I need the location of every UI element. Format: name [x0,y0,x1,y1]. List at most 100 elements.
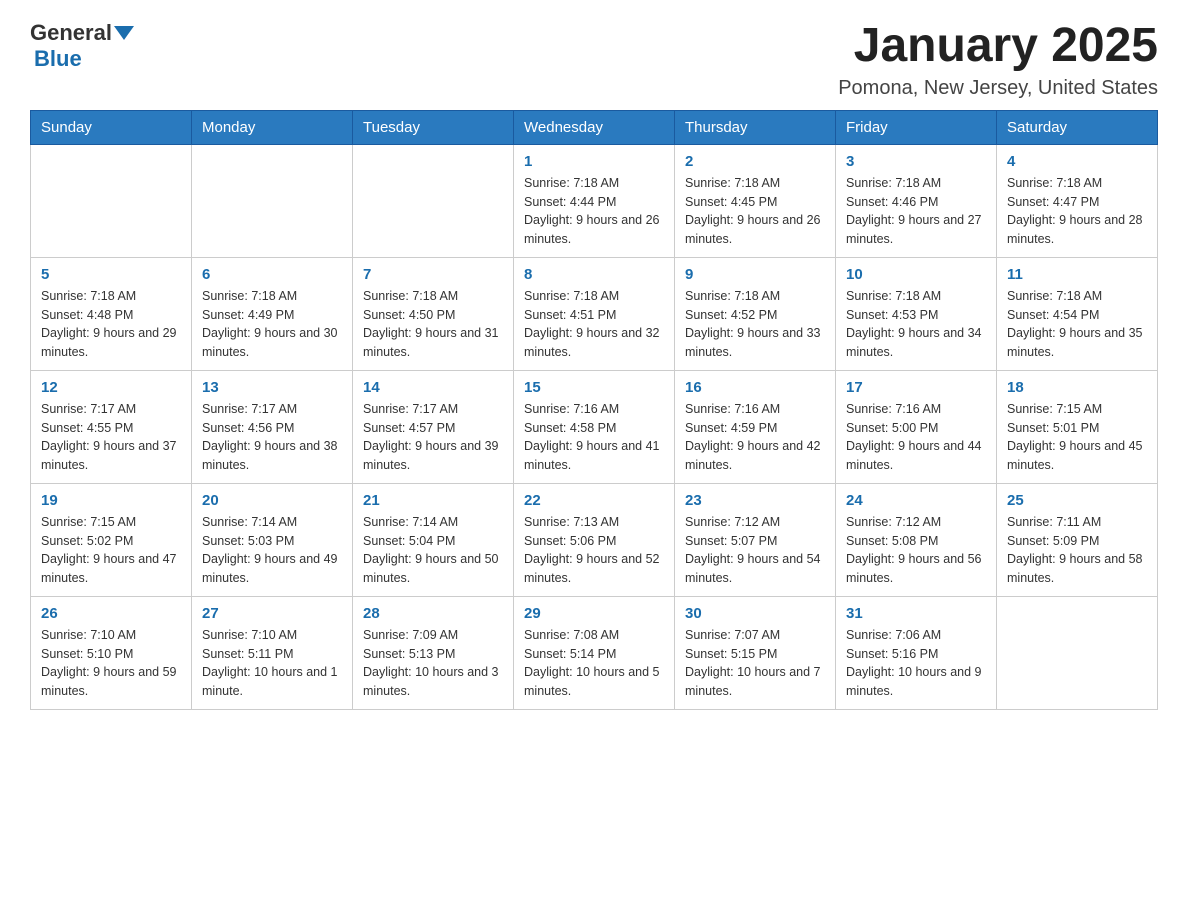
calendar-cell: 22Sunrise: 7:13 AM Sunset: 5:06 PM Dayli… [514,483,675,596]
day-info: Sunrise: 7:13 AM Sunset: 5:06 PM Dayligh… [524,513,664,588]
calendar-cell: 13 Sunrise: 7:17 AM Sunset: 4:56 PM Dayli… [192,370,353,483]
calendar-week-row: 12 Sunrise: 7:17 AM Sunset: 4:55 PM Dayli… [31,370,1158,483]
calendar-cell: 31Sunrise: 7:06 AM Sunset: 5:16 PM Dayli… [836,596,997,709]
page-header: General Blue January 2025 Pomona, New Je… [30,20,1158,100]
calendar-cell: 11Sunrise: 7:18 AM Sunset: 4:54 PM Dayli… [997,257,1158,370]
calendar-cell: 24 Sunrise: 7:12 AM Sunset: 5:08 PM Dayli… [836,483,997,596]
calendar-cell: 26 Sunrise: 7:10 AM Sunset: 5:10 PM Dayli… [31,596,192,709]
calendar-cell: 23 Sunrise: 7:12 AM Sunset: 5:07 PM Dayli… [675,483,836,596]
day-number: 14 [363,379,503,396]
day-info: Sunrise: 7:15 AM Sunset: 5:01 PM Dayligh… [1007,400,1147,475]
day-info: Sunrise: 7:18 AM Sunset: 4:54 PM Dayligh… [1007,287,1147,362]
day-info: Sunrise: 7:12 AM Sunset: 5:08 PM Dayligh… [846,513,986,588]
day-number: 29 [524,605,664,622]
day-number: 15 [524,379,664,396]
calendar-cell: 15 Sunrise: 7:16 AM Sunset: 4:58 PM Dayli… [514,370,675,483]
calendar-cell [31,144,192,257]
day-info: Sunrise: 7:16 AM Sunset: 4:59 PM Dayligh… [685,400,825,475]
day-info: Sunrise: 7:18 AM Sunset: 4:45 PM Dayligh… [685,174,825,249]
day-number: 4 [1007,153,1147,170]
calendar-table: SundayMondayTuesdayWednesdayThursdayFrid… [30,110,1158,710]
day-info: Sunrise: 7:18 AM Sunset: 4:47 PM Dayligh… [1007,174,1147,249]
day-number: 7 [363,266,503,283]
calendar-cell: 14 Sunrise: 7:17 AM Sunset: 4:57 PM Dayli… [353,370,514,483]
calendar-cell: 21Sunrise: 7:14 AM Sunset: 5:04 PM Dayli… [353,483,514,596]
calendar-cell: 4 Sunrise: 7:18 AM Sunset: 4:47 PM Daylig… [997,144,1158,257]
calendar-cell: 27Sunrise: 7:10 AM Sunset: 5:11 PM Dayli… [192,596,353,709]
day-number: 21 [363,492,503,509]
calendar-cell [353,144,514,257]
calendar-cell: 12 Sunrise: 7:17 AM Sunset: 4:55 PM Dayli… [31,370,192,483]
day-number: 16 [685,379,825,396]
day-info: Sunrise: 7:18 AM Sunset: 4:48 PM Dayligh… [41,287,181,362]
day-number: 28 [363,605,503,622]
day-info: Sunrise: 7:10 AM Sunset: 5:10 PM Dayligh… [41,626,181,701]
day-of-week-header: Tuesday [353,110,514,144]
location-subtitle: Pomona, New Jersey, United States [838,77,1158,100]
day-number: 23 [685,492,825,509]
calendar-cell: 20 Sunrise: 7:14 AM Sunset: 5:03 PM Dayli… [192,483,353,596]
day-number: 12 [41,379,181,396]
day-info: Sunrise: 7:12 AM Sunset: 5:07 PM Dayligh… [685,513,825,588]
calendar-cell: 29 Sunrise: 7:08 AM Sunset: 5:14 PM Dayli… [514,596,675,709]
day-number: 10 [846,266,986,283]
day-info: Sunrise: 7:10 AM Sunset: 5:11 PM Dayligh… [202,626,342,701]
day-info: Sunrise: 7:14 AM Sunset: 5:03 PM Dayligh… [202,513,342,588]
day-number: 20 [202,492,342,509]
calendar-cell [997,596,1158,709]
day-info: Sunrise: 7:17 AM Sunset: 4:56 PM Dayligh… [202,400,342,475]
calendar-cell: 1Sunrise: 7:18 AM Sunset: 4:44 PM Daylig… [514,144,675,257]
calendar-week-row: 1Sunrise: 7:18 AM Sunset: 4:44 PM Daylig… [31,144,1158,257]
day-number: 9 [685,266,825,283]
calendar-week-row: 5 Sunrise: 7:18 AM Sunset: 4:48 PM Daylig… [31,257,1158,370]
day-of-week-header: Friday [836,110,997,144]
day-info: Sunrise: 7:18 AM Sunset: 4:46 PM Dayligh… [846,174,986,249]
calendar-cell: 16 Sunrise: 7:16 AM Sunset: 4:59 PM Dayli… [675,370,836,483]
day-info: Sunrise: 7:11 AM Sunset: 5:09 PM Dayligh… [1007,513,1147,588]
day-info: Sunrise: 7:18 AM Sunset: 4:52 PM Dayligh… [685,287,825,362]
day-of-week-header: Wednesday [514,110,675,144]
logo-blue-text: Blue [34,46,82,71]
calendar-cell: 7 Sunrise: 7:18 AM Sunset: 4:50 PM Daylig… [353,257,514,370]
day-of-week-header: Saturday [997,110,1158,144]
calendar-cell: 25Sunrise: 7:11 AM Sunset: 5:09 PM Dayli… [997,483,1158,596]
day-number: 31 [846,605,986,622]
day-number: 17 [846,379,986,396]
logo-general-text: General [30,20,112,46]
calendar-cell: 3 Sunrise: 7:18 AM Sunset: 4:46 PM Daylig… [836,144,997,257]
day-number: 2 [685,153,825,170]
day-number: 26 [41,605,181,622]
calendar-cell: 10 Sunrise: 7:18 AM Sunset: 4:53 PM Dayli… [836,257,997,370]
day-info: Sunrise: 7:17 AM Sunset: 4:57 PM Dayligh… [363,400,503,475]
day-number: 24 [846,492,986,509]
title-block: January 2025 Pomona, New Jersey, United … [838,20,1158,100]
calendar-cell: 30 Sunrise: 7:07 AM Sunset: 5:15 PM Dayli… [675,596,836,709]
day-of-week-header: Monday [192,110,353,144]
day-number: 1 [524,153,664,170]
day-number: 13 [202,379,342,396]
day-info: Sunrise: 7:07 AM Sunset: 5:15 PM Dayligh… [685,626,825,701]
day-number: 8 [524,266,664,283]
calendar-cell: 17 Sunrise: 7:16 AM Sunset: 5:00 PM Dayli… [836,370,997,483]
day-info: Sunrise: 7:08 AM Sunset: 5:14 PM Dayligh… [524,626,664,701]
day-info: Sunrise: 7:15 AM Sunset: 5:02 PM Dayligh… [41,513,181,588]
day-number: 3 [846,153,986,170]
day-of-week-header: Thursday [675,110,836,144]
calendar-cell: 19 Sunrise: 7:15 AM Sunset: 5:02 PM Dayli… [31,483,192,596]
day-number: 19 [41,492,181,509]
day-info: Sunrise: 7:16 AM Sunset: 5:00 PM Dayligh… [846,400,986,475]
day-info: Sunrise: 7:16 AM Sunset: 4:58 PM Dayligh… [524,400,664,475]
day-info: Sunrise: 7:18 AM Sunset: 4:53 PM Dayligh… [846,287,986,362]
calendar-cell: 28 Sunrise: 7:09 AM Sunset: 5:13 PM Dayli… [353,596,514,709]
day-number: 30 [685,605,825,622]
day-info: Sunrise: 7:18 AM Sunset: 4:50 PM Dayligh… [363,287,503,362]
day-number: 5 [41,266,181,283]
calendar-cell [192,144,353,257]
day-info: Sunrise: 7:09 AM Sunset: 5:13 PM Dayligh… [363,626,503,701]
logo: General Blue [30,20,136,72]
calendar-cell: 18 Sunrise: 7:15 AM Sunset: 5:01 PM Dayli… [997,370,1158,483]
month-title: January 2025 [838,20,1158,73]
calendar-header-row: SundayMondayTuesdayWednesdayThursdayFrid… [31,110,1158,144]
day-number: 18 [1007,379,1147,396]
day-info: Sunrise: 7:17 AM Sunset: 4:55 PM Dayligh… [41,400,181,475]
